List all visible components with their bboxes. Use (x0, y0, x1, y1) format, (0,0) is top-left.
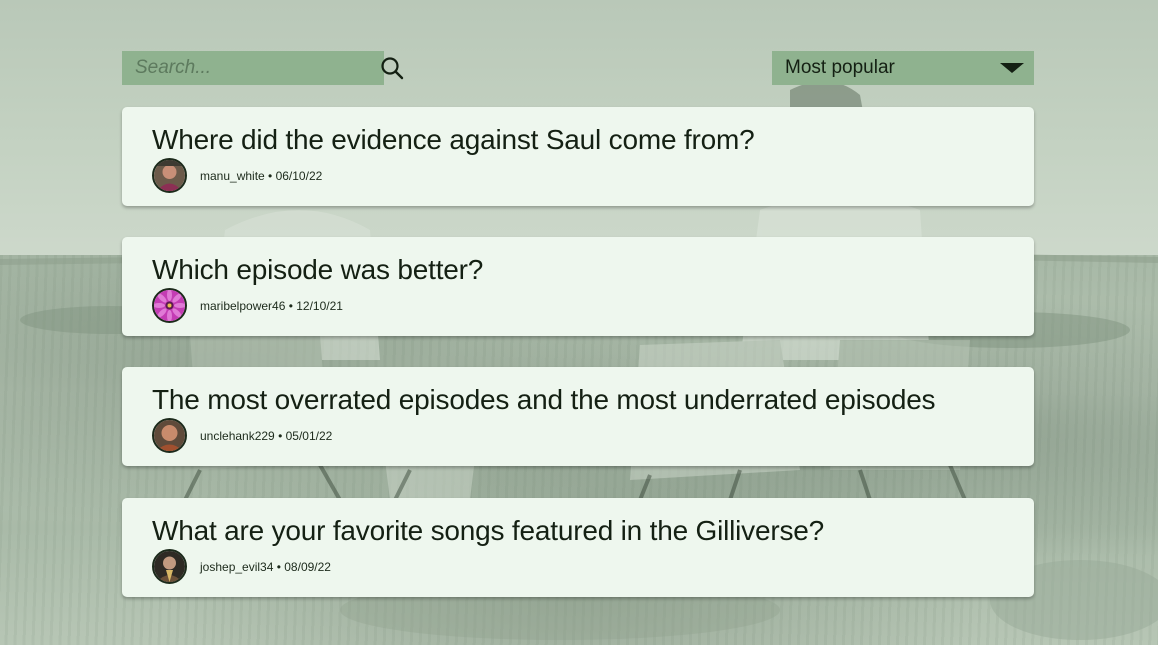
avatar[interactable] (152, 418, 187, 453)
thread-meta: maribelpower46 • 12/10/21 (200, 299, 343, 313)
search-input[interactable] (135, 53, 380, 83)
avatar[interactable] (152, 158, 187, 193)
avatar[interactable] (152, 288, 187, 323)
sort-dropdown-label: Most popular (785, 57, 895, 78)
thread-meta: joshep_evil34 • 08/09/22 (200, 560, 331, 574)
thread-card[interactable]: Which episode was better? maribelpower46… (122, 237, 1034, 336)
thread-meta: manu_white • 06/10/22 (200, 169, 323, 183)
thread-title[interactable]: Where did the evidence against Saul come… (152, 124, 755, 156)
avatar[interactable] (152, 549, 187, 584)
sort-dropdown[interactable]: Most popular (772, 51, 1034, 85)
thread-title[interactable]: Which episode was better? (152, 254, 483, 286)
search-bar[interactable] (122, 51, 404, 85)
thread-card[interactable]: What are your favorite songs featured in… (122, 498, 1034, 597)
thread-card[interactable]: The most overrated episodes and the most… (122, 367, 1034, 466)
thread-meta: unclehank229 • 05/01/22 (200, 429, 333, 443)
caret-down-icon (1000, 63, 1024, 73)
thread-card[interactable]: Where did the evidence against Saul come… (122, 107, 1034, 206)
thread-title[interactable]: The most overrated episodes and the most… (152, 384, 936, 416)
search-icon[interactable] (380, 56, 404, 80)
thread-title[interactable]: What are your favorite songs featured in… (152, 515, 824, 547)
